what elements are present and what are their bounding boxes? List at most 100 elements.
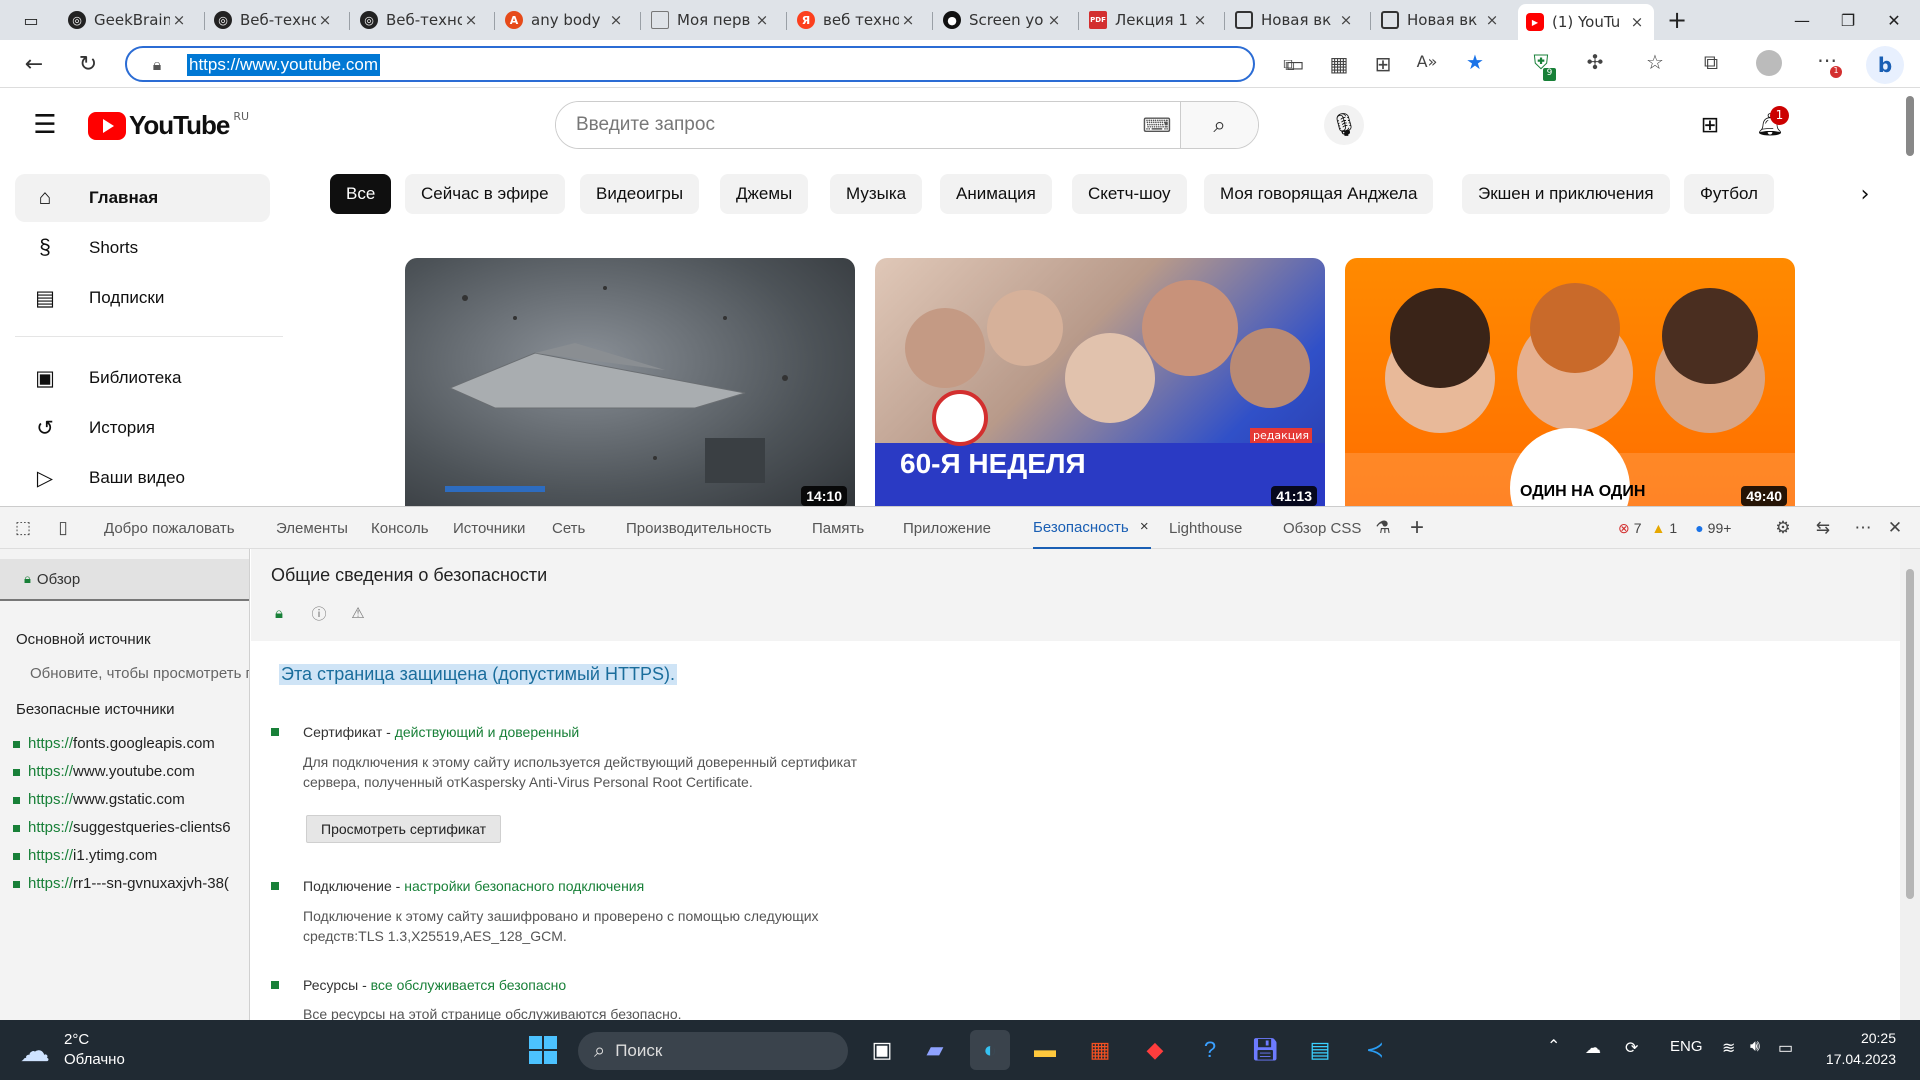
extensions-puzzle-icon[interactable]: ✣ <box>1580 50 1610 80</box>
devtools-scrollbar[interactable] <box>1900 549 1920 1021</box>
browser-tab[interactable]: A any body × <box>497 4 633 36</box>
new-tab-button[interactable]: + <box>1654 0 1700 40</box>
chip-football[interactable]: Футбол <box>1684 174 1774 214</box>
devtools-tab-memory[interactable]: Память <box>812 507 864 549</box>
devtools-tab-console[interactable]: Консоль <box>371 507 429 549</box>
vscode-icon[interactable]: ≺ <box>1355 1030 1395 1070</box>
browser-tab[interactable]: Я веб техно × <box>789 4 925 36</box>
favorite-star-icon[interactable]: ★ <box>1460 50 1490 80</box>
store-icon[interactable]: ▦ <box>1080 1030 1120 1070</box>
apps-icon[interactable]: ⊞ <box>1368 52 1398 82</box>
red-app-icon[interactable]: ◆ <box>1135 1030 1175 1070</box>
address-bar[interactable]: 🔒︎ https://www.youtube.com ⧉ <box>125 46 1295 82</box>
tab-close-icon[interactable]: × <box>1628 13 1646 31</box>
browser-tab[interactable]: ◎ Веб-техно × <box>206 4 342 36</box>
minimize-icon[interactable]: — <box>1779 0 1825 40</box>
devtools-tab-sources[interactable]: Источники <box>453 507 525 549</box>
secure-origin-item[interactable]: https://www.youtube.com <box>13 763 195 780</box>
secure-origin-item[interactable]: https://www.gstatic.com <box>13 791 185 808</box>
sidebar-item-history[interactable]: ↺ История <box>15 404 270 452</box>
tab-close-icon[interactable]: × <box>1483 11 1501 29</box>
settings-gear-icon[interactable]: ⚙ <box>1770 515 1796 541</box>
device-emulation-icon[interactable]: ▯ <box>50 515 76 541</box>
tab-close-icon[interactable]: × <box>1045 11 1063 29</box>
chip-talking-angela[interactable]: Моя говорящая Анджела <box>1204 174 1434 214</box>
favorites-icon[interactable]: ☆ <box>1640 50 1670 80</box>
tab-close-icon[interactable]: × <box>1337 11 1355 29</box>
chip-action[interactable]: Экшен и приключения <box>1462 174 1670 214</box>
clock-date[interactable]: 17.04.2023 <box>1806 1051 1896 1067</box>
view-certificate-button[interactable]: Просмотреть сертификат <box>306 815 502 843</box>
browser-tab[interactable]: Новая вк × <box>1373 4 1509 36</box>
devtools-tab-security[interactable]: Безопасность × <box>1033 507 1151 549</box>
secure-origin-item[interactable]: https://suggestqueries-clients6 <box>13 819 231 836</box>
browser-tab[interactable]: ● Screen yo × <box>935 4 1071 36</box>
wifi-icon[interactable]: ≋ <box>1722 1038 1735 1058</box>
sync-icon[interactable]: ⟳ <box>1625 1038 1638 1058</box>
video-thumbnail[interactable]: 60-Я НЕДЕЛЯ редакция 41:13 <box>875 258 1325 506</box>
chip-jams[interactable]: Джемы <box>720 174 809 214</box>
sidebar-item-home[interactable]: ⌂ Главная <box>15 174 270 222</box>
tab-actions-icon[interactable]: ▭ <box>8 0 54 40</box>
task-view-icon[interactable]: ▣ <box>862 1030 902 1070</box>
qr-icon[interactable]: ▦ <box>1324 52 1354 82</box>
chip-music[interactable]: Музыка <box>830 174 923 214</box>
browser-tab[interactable]: ◎ Веб-техно × <box>352 4 488 36</box>
tab-close-icon[interactable]: × <box>899 11 917 29</box>
video-thumbnail[interactable]: 14:10 <box>405 258 855 506</box>
clock-time[interactable]: 20:25 <box>1836 1030 1896 1046</box>
chips-next-arrow-icon[interactable]: › <box>1845 174 1885 214</box>
onedrive-cloud-icon[interactable]: ☁ <box>1585 1038 1601 1058</box>
edge-browser-icon[interactable]: ◐ <box>970 1030 1010 1070</box>
dock-customize-icon[interactable]: ⇆ <box>1810 515 1836 541</box>
close-window-icon[interactable]: ✕ <box>1871 0 1917 40</box>
secure-origin-item[interactable]: https://i1.ytimg.com <box>13 847 157 864</box>
file-explorer-icon[interactable]: ▬ <box>1025 1030 1065 1070</box>
tab-close-icon[interactable]: × <box>170 11 188 29</box>
devtools-tab-lighthouse[interactable]: Lighthouse <box>1169 507 1242 549</box>
tab-close-icon[interactable]: × <box>316 11 334 29</box>
chip-videogames[interactable]: Видеоигры <box>580 174 700 214</box>
devtools-tab-performance[interactable]: Производительность <box>626 507 772 549</box>
teams-chat-icon[interactable]: ▰ <box>915 1030 955 1070</box>
chip-animation[interactable]: Анимация <box>940 174 1052 214</box>
collections-icon[interactable]: ⧉ <box>1696 50 1726 80</box>
chip-sketch[interactable]: Скетч-шоу <box>1072 174 1187 214</box>
tray-expand-icon[interactable]: ⌃ <box>1547 1036 1560 1056</box>
browser-tab[interactable]: ◎ GeekBrains × <box>60 4 196 36</box>
secure-origin-item[interactable]: https://rr1---sn-gvnuxaxjvh-38( <box>13 875 229 892</box>
create-video-icon[interactable]: ⊞ <box>1690 105 1730 145</box>
chip-all[interactable]: Все <box>330 174 392 214</box>
url-text[interactable]: https://www.youtube.com <box>187 54 380 76</box>
refresh-icon[interactable]: ↻ <box>70 46 106 82</box>
restore-icon[interactable]: ❐ <box>1825 0 1871 40</box>
search-button[interactable]: ⌕ <box>1180 102 1258 148</box>
sidebar-item-subscriptions[interactable]: ▤ Подписки <box>15 274 270 322</box>
tab-close-icon[interactable]: × <box>753 11 771 29</box>
start-windows-icon[interactable] <box>523 1030 563 1070</box>
devtools-tab-welcome[interactable]: Добро пожаловать <box>104 507 235 549</box>
tab-close-icon[interactable]: × <box>1140 518 1149 535</box>
tab-close-icon[interactable]: × <box>1191 11 1209 29</box>
volume-icon[interactable]: 🔊︎ <box>1750 1038 1760 1056</box>
bing-chat-icon[interactable]: b <box>1866 46 1904 84</box>
notepad-icon[interactable]: ▤ <box>1300 1030 1340 1070</box>
hamburger-menu-icon[interactable]: ☰ <box>25 105 65 145</box>
devtools-tab-network[interactable]: Сеть <box>552 507 585 549</box>
search-box[interactable]: ⌨ ⌕ <box>555 101 1259 149</box>
scrollbar-thumb[interactable] <box>1906 96 1914 156</box>
overview-item[interactable]: 🔒︎ Обзор <box>0 559 249 601</box>
language-indicator[interactable]: ENG <box>1670 1038 1703 1055</box>
sidebar-item-your-videos[interactable]: ▷ Ваши видео <box>15 454 270 502</box>
help-icon[interactable]: ? <box>1190 1030 1230 1070</box>
tab-close-icon[interactable]: × <box>607 11 625 29</box>
profile-avatar-icon[interactable] <box>1754 50 1784 80</box>
browser-tab[interactable]: PDF Лекция 1 × <box>1081 4 1217 36</box>
devtools-tab-css-overview[interactable]: Обзор CSS <box>1283 507 1361 549</box>
inspect-element-icon[interactable]: ⬚ <box>10 515 36 541</box>
chip-live[interactable]: Сейчас в эфире <box>405 174 565 214</box>
tab-close-icon[interactable]: × <box>462 11 480 29</box>
devtools-tab-application[interactable]: Приложение <box>903 507 991 549</box>
keyboard-icon[interactable]: ⌨ <box>1134 102 1180 148</box>
sidebar-item-library[interactable]: ▣ Библиотека <box>15 354 270 402</box>
